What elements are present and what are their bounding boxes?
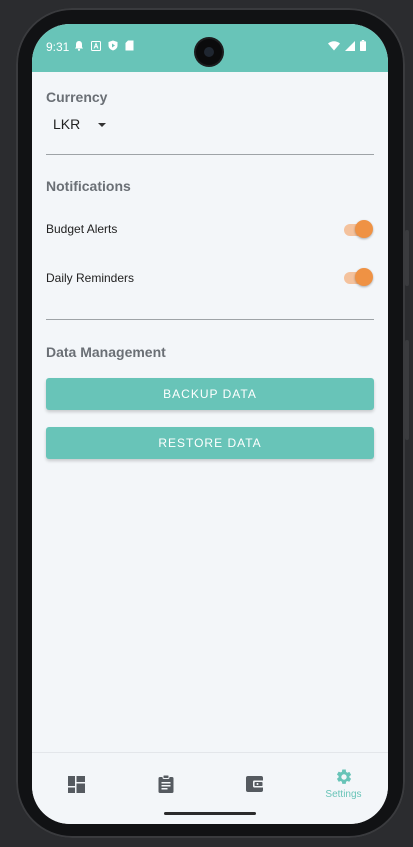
notification-bell-icon (75, 41, 83, 51)
currency-selected-value: LKR (53, 116, 81, 132)
nav-item-settings[interactable]: Settings (299, 753, 388, 815)
daily-reminders-label: Daily Reminders (46, 271, 135, 285)
shield-play-icon (108, 40, 118, 51)
backup-data-button[interactable]: BACKUP DATA (46, 378, 374, 410)
app-screen: 9:31 Currency LKR Notifications Budget A… (32, 24, 388, 824)
nav-item-wallet[interactable] (210, 753, 299, 815)
front-camera (196, 39, 222, 65)
wallet-icon (245, 776, 264, 792)
budget-alerts-label: Budget Alerts (46, 222, 118, 236)
currency-dropdown[interactable]: LKR (46, 112, 116, 136)
sd-card-icon (125, 40, 134, 51)
nav-item-transactions[interactable] (121, 753, 210, 815)
home-indicator[interactable] (164, 812, 256, 815)
app-a-icon (91, 40, 101, 51)
phone-side-button (405, 230, 409, 286)
status-icons-left (74, 40, 134, 51)
dropdown-arrow-icon (98, 122, 107, 127)
daily-reminders-switch[interactable] (344, 267, 373, 287)
dashboard-icon (68, 775, 85, 793)
battery-icon (360, 40, 366, 51)
status-icons-right (328, 40, 366, 51)
nav-label-settings: Settings (325, 789, 362, 800)
clipboard-icon (158, 775, 173, 793)
signal-icon (345, 40, 355, 51)
data-management-section-title: Data Management (46, 344, 166, 360)
notifications-section-title: Notifications (46, 178, 131, 194)
budget-alerts-switch[interactable] (344, 219, 373, 239)
gear-icon (336, 769, 351, 784)
restore-data-button[interactable]: RESTORE DATA (46, 427, 374, 459)
phone-side-button (405, 340, 409, 440)
section-divider (46, 154, 374, 155)
status-bar: 9:31 (32, 24, 388, 72)
status-time: 9:31 (46, 40, 70, 54)
nav-item-dashboard[interactable] (32, 753, 121, 815)
section-divider (46, 319, 374, 320)
switch-thumb (355, 268, 373, 286)
switch-thumb (355, 220, 373, 238)
currency-section-title: Currency (46, 89, 108, 105)
wifi-icon (328, 40, 340, 50)
